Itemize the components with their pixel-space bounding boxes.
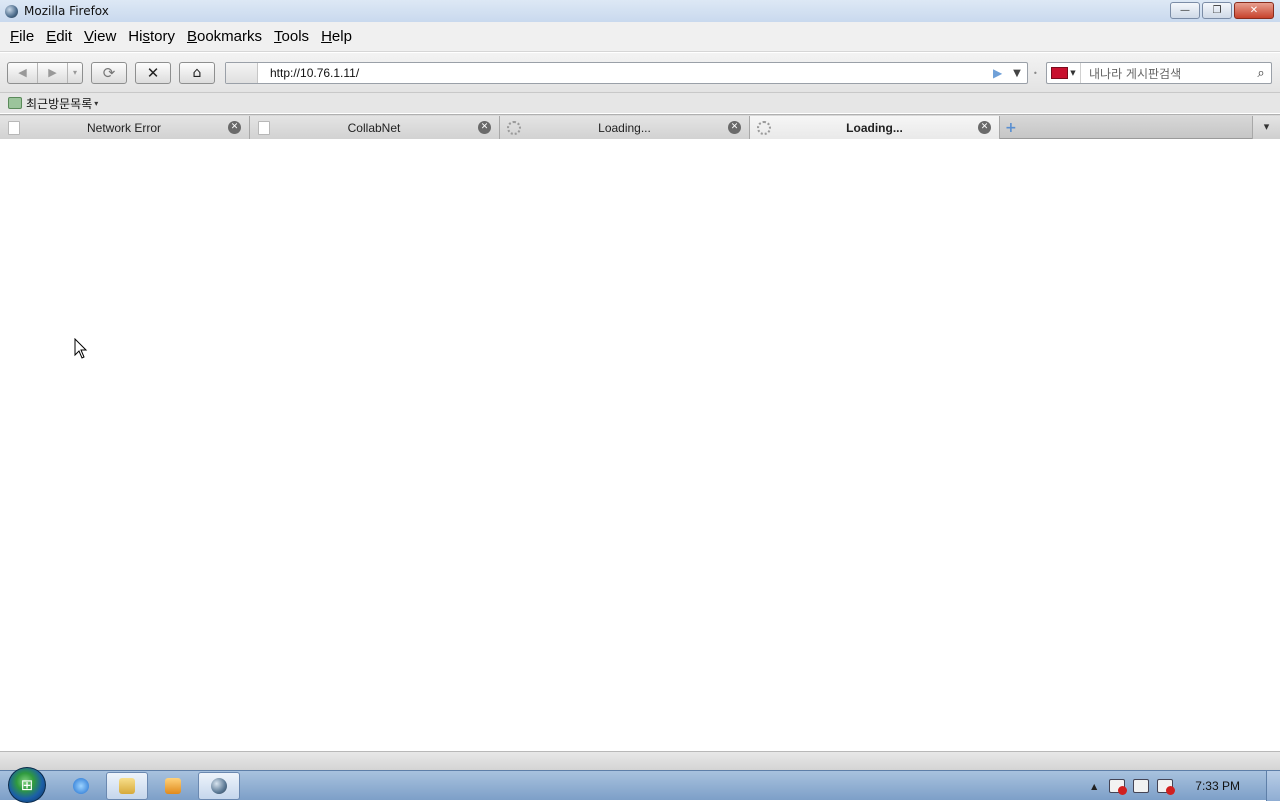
internet-explorer-icon <box>73 778 89 794</box>
action-center-icon[interactable] <box>1109 779 1128 795</box>
media-player-icon <box>165 778 181 794</box>
tab-network-error[interactable]: Network Error ✕ <box>0 116 250 139</box>
bookmark-folder-icon <box>8 97 22 109</box>
reload-button[interactable]: ⟳ <box>91 62 127 84</box>
url-bar[interactable]: http://10.76.1.11/ ▶ ▼ <box>225 62 1028 84</box>
url-input[interactable]: http://10.76.1.11/ <box>258 66 993 80</box>
taskbar-internet-explorer[interactable] <box>60 772 102 800</box>
status-bar <box>0 751 1280 770</box>
home-icon: ⌂ <box>192 65 202 81</box>
taskbar-windows-explorer[interactable] <box>106 772 148 800</box>
menu-bar: File Edit View History Bookmarks Tools H… <box>0 22 1280 52</box>
tab-label: Loading... <box>846 120 903 135</box>
tab-label: Network Error <box>86 120 161 135</box>
network-icon[interactable] <box>1133 779 1150 793</box>
menu-history[interactable]: History <box>122 28 181 45</box>
page-icon <box>8 120 20 135</box>
taskbar-media-player[interactable] <box>152 772 194 800</box>
search-bar[interactable]: ▼ 내나라 게시판검색 ⌕ <box>1046 62 1272 84</box>
forward-button[interactable]: ▶ <box>38 63 68 83</box>
site-identity-button[interactable] <box>226 63 258 83</box>
volume-muted-icon[interactable] <box>1157 779 1176 795</box>
search-icon[interactable]: ⌕ <box>1251 66 1271 81</box>
minimize-button[interactable]: — <box>1170 2 1200 19</box>
bookmarks-toolbar: 최근방문목록 ▾ <box>0 93 1280 113</box>
chevron-down-icon: ▼ <box>1070 69 1076 77</box>
start-button[interactable]: ⊞ <box>8 767 46 803</box>
menu-edit[interactable]: Edit <box>40 28 78 45</box>
page-content <box>0 139 1280 751</box>
tab-loading[interactable]: Loading... ✕ <box>500 116 750 139</box>
folder-icon <box>119 778 135 794</box>
history-dropdown-button[interactable]: ▾ <box>68 63 82 83</box>
reload-icon: ⟳ <box>102 64 116 82</box>
tab-close-icon[interactable]: ✕ <box>728 121 741 134</box>
tab-label: Loading... <box>598 120 651 135</box>
back-button[interactable]: ◀ <box>8 63 38 83</box>
firefox-icon <box>5 4 18 18</box>
loading-spinner-icon <box>507 120 521 135</box>
menu-view[interactable]: View <box>78 28 122 45</box>
tab-loading-selected[interactable]: Loading... ✕ <box>750 116 1000 139</box>
search-input[interactable]: 내나라 게시판검색 <box>1081 65 1251 82</box>
tab-close-icon[interactable]: ✕ <box>478 121 491 134</box>
window-title: Mozilla Firefox <box>24 4 109 18</box>
system-tray: ▲ 7:33 PM <box>1091 771 1280 801</box>
chevron-down-icon[interactable]: ▾ <box>94 99 98 108</box>
toolbar-separator: • <box>1033 69 1038 78</box>
taskbar-firefox[interactable] <box>198 772 240 800</box>
new-tab-icon[interactable]: + <box>1005 120 1017 136</box>
windows-taskbar: ⊞ ▲ 7:33 PM <box>0 767 1280 803</box>
tab-close-icon[interactable]: ✕ <box>978 121 991 134</box>
close-button[interactable]: ✕ <box>1234 2 1274 19</box>
tab-strip: Network Error ✕ CollabNet ✕ Loading... ✕… <box>0 114 1280 139</box>
loading-spinner-icon <box>757 120 771 135</box>
maximize-button[interactable]: ❐ <box>1202 2 1232 19</box>
list-all-tabs-button[interactable]: ▾ <box>1252 116 1280 139</box>
firefox-icon <box>211 778 227 794</box>
page-icon <box>258 120 270 135</box>
menu-help[interactable]: Help <box>315 28 358 45</box>
stop-icon: ✕ <box>146 64 160 82</box>
menu-bookmarks[interactable]: Bookmarks <box>181 28 268 45</box>
mouse-cursor-icon <box>74 338 88 359</box>
show-desktop-button[interactable] <box>1266 771 1280 801</box>
home-button[interactable]: ⌂ <box>179 62 215 84</box>
tab-label: CollabNet <box>347 120 401 135</box>
menu-file[interactable]: File <box>4 28 40 45</box>
show-hidden-icons-button[interactable]: ▲ <box>1091 782 1097 791</box>
url-history-dropdown-icon[interactable]: ▼ <box>1007 68 1027 79</box>
search-engine-button[interactable]: ▼ <box>1047 63 1081 83</box>
title-bar: Mozilla Firefox — ❐ ✕ <box>0 0 1280 22</box>
window-controls: — ❐ ✕ <box>1170 2 1274 19</box>
stop-button[interactable]: ✕ <box>135 62 171 84</box>
tab-collabnet[interactable]: CollabNet ✕ <box>250 116 500 139</box>
search-engine-logo <box>1051 67 1069 79</box>
go-icon[interactable]: ▶ <box>993 66 1007 80</box>
bookmark-folder-recent[interactable]: 최근방문목록 <box>26 95 92 112</box>
clock[interactable]: 7:33 PM <box>1195 779 1240 793</box>
back-forward-group: ◀ ▶ ▾ <box>7 62 83 84</box>
menu-tools[interactable]: Tools <box>268 28 315 45</box>
tab-close-icon[interactable]: ✕ <box>228 121 241 134</box>
